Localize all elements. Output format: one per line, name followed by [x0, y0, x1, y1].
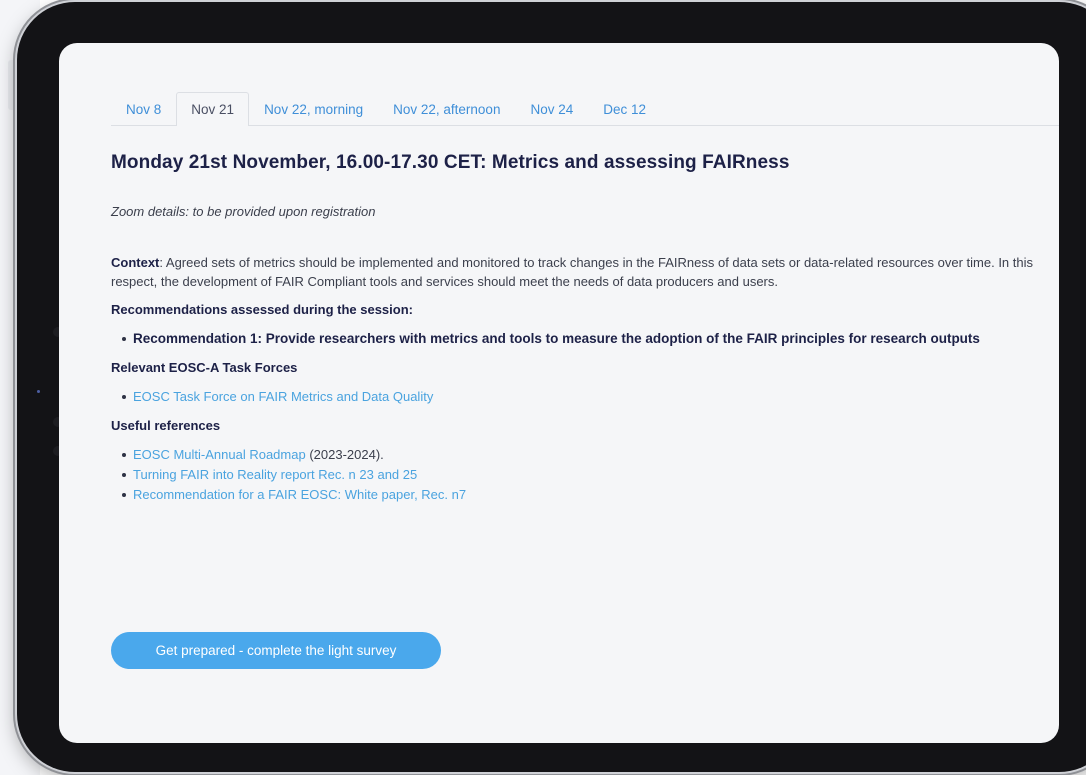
recommendation-item: Recommendation 1: Provide researchers wi…	[119, 329, 1059, 349]
zoom-note: Zoom details: to be provided upon regist…	[111, 204, 376, 219]
session-title: Monday 21st November, 16.00-17.30 CET: M…	[111, 152, 790, 173]
context-label: Context	[111, 255, 160, 270]
reference-item: EOSC Multi-Annual Roadmap (2023-2024).	[119, 445, 1059, 465]
recommendations-list: Recommendation 1: Provide researchers wi…	[111, 329, 1059, 349]
task-forces-heading: Relevant EOSC-A Task Forces	[111, 360, 298, 375]
task-forces-list: EOSC Task Force on FAIR Metrics and Data…	[111, 387, 1059, 407]
tab-nov-24[interactable]: Nov 24	[515, 92, 588, 126]
tab-nov-22-morning[interactable]: Nov 22, morning	[249, 92, 378, 126]
date-tabs: Nov 8 Nov 21 Nov 22, morning Nov 22, aft…	[111, 91, 1059, 126]
task-force-link[interactable]: EOSC Task Force on FAIR Metrics and Data…	[133, 389, 433, 404]
reference-link-white-paper[interactable]: Recommendation for a FAIR EOSC: White pa…	[133, 487, 466, 502]
survey-button[interactable]: Get prepared - complete the light survey	[111, 632, 441, 669]
tab-nov-8[interactable]: Nov 8	[111, 92, 176, 126]
tab-nov-22-afternoon[interactable]: Nov 22, afternoon	[378, 92, 515, 126]
reference-link-fair-reality[interactable]: Turning FAIR into Reality report Rec. n …	[133, 467, 417, 482]
reference-item: Recommendation for a FAIR EOSC: White pa…	[119, 485, 1059, 505]
references-heading: Useful references	[111, 418, 221, 433]
tab-dec-12[interactable]: Dec 12	[588, 92, 661, 126]
tablet-screen: Nov 8 Nov 21 Nov 22, morning Nov 22, aft…	[59, 43, 1059, 743]
session-content: Nov 8 Nov 21 Nov 22, morning Nov 22, aft…	[111, 91, 1059, 669]
references-list: EOSC Multi-Annual Roadmap (2023-2024). T…	[111, 445, 1059, 505]
tablet-frame: Nov 8 Nov 21 Nov 22, morning Nov 22, aft…	[17, 2, 1086, 772]
context-text: : Agreed sets of metrics should be imple…	[111, 255, 1034, 289]
context-paragraph: Context: Agreed sets of metrics should b…	[111, 253, 1039, 291]
reference-suffix: (2023-2024).	[305, 447, 384, 462]
reference-item: Turning FAIR into Reality report Rec. n …	[119, 465, 1059, 485]
recommendations-heading: Recommendations assessed during the sess…	[111, 302, 413, 317]
reference-link-roadmap[interactable]: EOSC Multi-Annual Roadmap	[133, 447, 306, 462]
tablet-camera-icon	[37, 390, 40, 393]
tab-nov-21[interactable]: Nov 21	[176, 92, 250, 126]
task-force-item: EOSC Task Force on FAIR Metrics and Data…	[119, 387, 1059, 407]
